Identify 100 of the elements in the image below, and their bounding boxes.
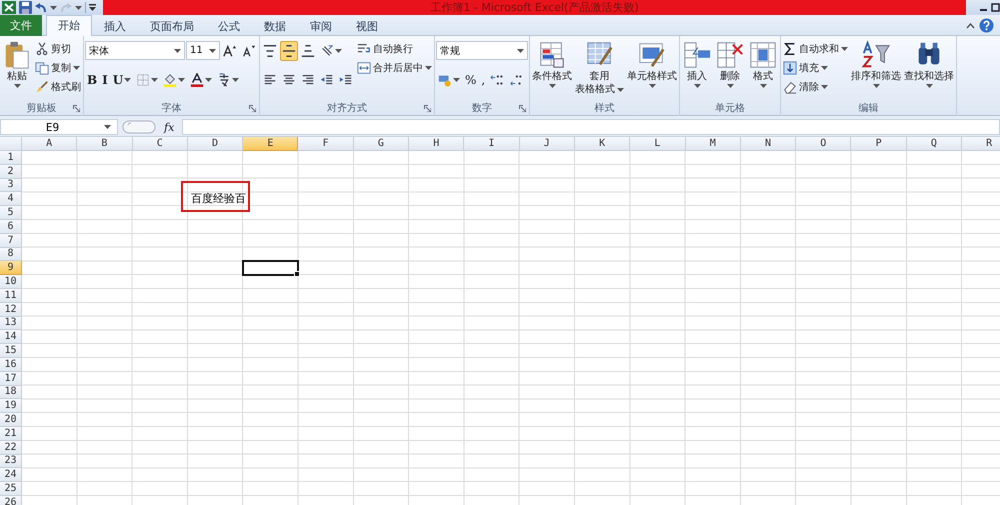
- undo-icon[interactable]: [35, 2, 47, 14]
- ribbon-button[interactable]: 粘贴: [1, 40, 33, 100]
- ribbon-button[interactable]: 剪切: [34, 40, 82, 58]
- row-header[interactable]: 23: [0, 454, 22, 468]
- dropdown-field[interactable]: 11: [186, 41, 220, 60]
- maximize-icon[interactable]: [991, 3, 1000, 12]
- caret-icon: [50, 6, 57, 10]
- row-header[interactable]: 7: [0, 234, 22, 248]
- collapse-ribbon-icon[interactable]: [966, 22, 975, 28]
- column-header[interactable]: E: [243, 137, 298, 151]
- format-button[interactable]: U: [110, 70, 134, 90]
- dropdown-field[interactable]: 常规: [436, 41, 528, 60]
- column-header[interactable]: P: [851, 137, 907, 151]
- row-header[interactable]: 24: [0, 468, 22, 482]
- column-header[interactable]: M: [686, 137, 741, 151]
- ribbon-tab[interactable]: 审阅: [298, 16, 344, 36]
- splitter-handle-icon[interactable]: [122, 120, 156, 134]
- column-header[interactable]: F: [298, 137, 354, 151]
- row-header[interactable]: 20: [0, 413, 22, 427]
- dropdown-field[interactable]: 宋体: [85, 41, 185, 60]
- insert-function-button[interactable]: fx: [160, 120, 178, 134]
- column-header[interactable]: G: [354, 137, 410, 151]
- column-header[interactable]: H: [409, 137, 464, 151]
- column-header[interactable]: L: [630, 137, 686, 151]
- row-header[interactable]: 8: [0, 248, 22, 262]
- row-header[interactable]: 1: [0, 151, 22, 165]
- format-button[interactable]: B: [85, 70, 100, 90]
- column-header[interactable]: B: [77, 137, 133, 151]
- ribbon-button[interactable]: 删除: [714, 40, 746, 100]
- row-header[interactable]: 13: [0, 316, 22, 330]
- row-header[interactable]: 19: [0, 399, 22, 414]
- ribbon-button[interactable]: 查找和选择: [903, 40, 955, 100]
- dialog-launcher-icon[interactable]: [424, 105, 431, 112]
- column-header[interactable]: C: [132, 137, 188, 151]
- save-icon[interactable]: [19, 1, 32, 14]
- row-header[interactable]: 18: [0, 386, 22, 400]
- row-header[interactable]: 15: [0, 344, 22, 358]
- name-box[interactable]: E9: [0, 119, 118, 135]
- formula-input[interactable]: [182, 119, 1000, 135]
- help-icon[interactable]: [979, 18, 994, 33]
- format-button[interactable]: ,: [479, 70, 488, 90]
- dialog-launcher-icon[interactable]: [519, 105, 526, 112]
- row-header[interactable]: 12: [0, 302, 22, 317]
- delete-cells-icon: [715, 40, 745, 70]
- ribbon-tab[interactable]: 开始: [46, 15, 92, 36]
- format-button[interactable]: I: [100, 70, 110, 90]
- dialog-launcher-icon[interactable]: [249, 105, 256, 112]
- row-header[interactable]: 9: [0, 261, 22, 276]
- active-cell-cursor[interactable]: [242, 260, 300, 276]
- column-header[interactable]: J: [520, 137, 575, 151]
- row-header[interactable]: 11: [0, 288, 22, 303]
- column-header[interactable]: D: [188, 137, 244, 151]
- ribbon-button[interactable]: 清除: [782, 78, 849, 96]
- row-header[interactable]: 25: [0, 482, 22, 496]
- ribbon-button[interactable]: 单元格样式: [626, 40, 678, 100]
- cell-text: 百度经验百: [190, 192, 246, 206]
- column-header[interactable]: A: [22, 137, 78, 151]
- ribbon-tab[interactable]: 数据: [252, 16, 298, 36]
- spreadsheet-app-icon[interactable]: [2, 1, 16, 14]
- dialog-launcher-icon[interactable]: [73, 105, 80, 112]
- group-label: 样式: [594, 102, 614, 115]
- fill-handle[interactable]: [294, 271, 300, 278]
- row-header[interactable]: 21: [0, 426, 22, 441]
- row-header[interactable]: 3: [0, 178, 22, 192]
- align-middle-button[interactable]: [280, 40, 298, 60]
- ribbon-button[interactable]: 排序和筛选: [850, 40, 902, 100]
- align-bottom-icon: [301, 44, 315, 58]
- file-tab[interactable]: 文件: [0, 15, 42, 36]
- row-header[interactable]: 14: [0, 330, 22, 344]
- ribbon-button[interactable]: 自动求和: [782, 40, 849, 58]
- column-header[interactable]: N: [740, 137, 796, 151]
- row-header[interactable]: 4: [0, 192, 22, 206]
- format-button[interactable]: %: [463, 70, 478, 90]
- column-header[interactable]: Q: [906, 137, 962, 151]
- ribbon-button[interactable]: 套用 表格格式: [574, 40, 625, 100]
- ribbon-button[interactable]: 填充: [782, 59, 849, 77]
- column-header[interactable]: R: [962, 137, 1000, 151]
- ribbon-button[interactable]: 格式刷: [34, 78, 82, 96]
- ribbon-button[interactable]: 条件格式: [531, 40, 573, 100]
- ribbon-button[interactable]: 合并后居中: [356, 59, 433, 77]
- ribbon-button[interactable]: 复制: [34, 59, 82, 77]
- column-header[interactable]: O: [796, 137, 852, 151]
- row-header[interactable]: 6: [0, 220, 22, 234]
- ribbon-tab[interactable]: 公式: [206, 16, 252, 36]
- ribbon-button[interactable]: 插入: [681, 40, 713, 100]
- row-header[interactable]: 17: [0, 372, 22, 386]
- row-header[interactable]: 2: [0, 164, 22, 179]
- ribbon-button[interactable]: 自动换行: [356, 40, 433, 58]
- ribbon-tab[interactable]: 插入: [92, 16, 138, 36]
- row-header[interactable]: 16: [0, 358, 22, 372]
- ribbon-button[interactable]: 格式: [747, 40, 779, 100]
- increase-indent-icon: [339, 72, 353, 86]
- customize-menu-icon[interactable]: [89, 4, 96, 11]
- row-header[interactable]: 5: [0, 206, 22, 220]
- column-header[interactable]: I: [464, 137, 520, 151]
- column-header[interactable]: K: [574, 137, 630, 151]
- row-header[interactable]: 22: [0, 440, 22, 455]
- ribbon-tab[interactable]: 视图: [344, 16, 390, 36]
- ribbon-tab[interactable]: 页面布局: [138, 16, 206, 36]
- row-header[interactable]: 10: [0, 275, 22, 289]
